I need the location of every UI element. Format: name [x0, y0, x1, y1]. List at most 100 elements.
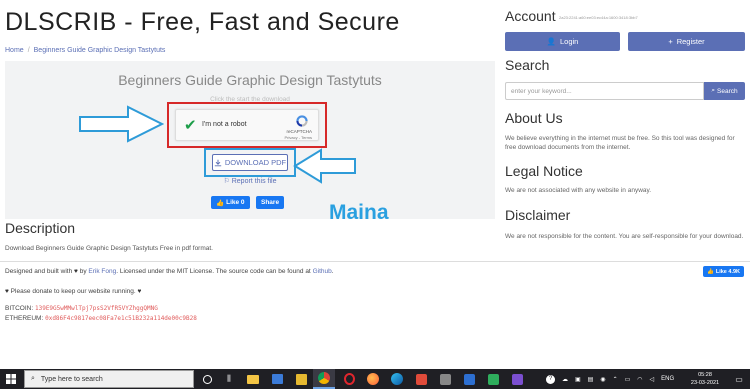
search-button-label: Search — [717, 87, 738, 95]
breadcrumb-current-link[interactable]: Beginners Guide Graphic Design Tastytuts — [34, 47, 166, 54]
search-button[interactable]: ⌕ Search — [704, 82, 745, 100]
legal-heading: Legal Notice — [505, 163, 583, 179]
weather-icon[interactable]: ☁ — [562, 376, 568, 383]
opera-button[interactable] — [338, 369, 360, 389]
download-icon — [214, 159, 222, 166]
login-button[interactable]: 👤 Login — [505, 32, 620, 51]
app-button-2[interactable] — [410, 369, 432, 389]
checkmark-icon[interactable]: ✔ — [184, 116, 197, 134]
clock[interactable]: 05:28 23-03-2021 — [685, 371, 725, 387]
right-arrow-annotation-icon — [79, 105, 164, 143]
breadcrumb: Home / Beginners Guide Graphic Design Tast… — [5, 47, 166, 54]
recaptcha-terms[interactable]: Privacy - Terms — [285, 135, 312, 140]
heart-icon: ♥ — [74, 268, 78, 275]
about-text: We believe everything in the internet mu… — [505, 135, 735, 151]
recaptcha-widget[interactable]: ✔ I'm not a robot reCAPTCHA Privacy - Te… — [175, 109, 319, 141]
disclaimer-text: We are not responsible for the content. … — [505, 233, 744, 240]
taskbar-search-input[interactable]: ⌕ Type here to search — [24, 370, 194, 388]
recaptcha-logo-icon — [296, 115, 308, 127]
search-input[interactable]: enter your keyword... — [505, 82, 704, 100]
language-indicator[interactable]: ENG — [661, 376, 674, 382]
store-icon — [271, 374, 283, 384]
wifi-icon[interactable]: ◠ — [637, 376, 642, 383]
search-icon: ⌕ — [711, 87, 716, 94]
system-tray: ? ☁ ▣ ▤ ◉ ⌃ ▭ ◠ ◁ ENG — [546, 369, 674, 389]
annotation-text: Maina — [329, 201, 389, 224]
flag-icon: ⚐ — [223, 178, 230, 185]
file-explorer-button[interactable] — [242, 369, 264, 389]
firefox-button[interactable] — [362, 369, 384, 389]
left-arrow-annotation-icon — [293, 148, 356, 184]
register-button[interactable]: + Register — [628, 32, 745, 51]
report-link[interactable]: ⚐ Report this file — [5, 177, 495, 185]
tray-app-icon[interactable]: ▤ — [588, 376, 594, 383]
bitcoin-label: BITCOIN: — [5, 305, 34, 312]
tray-app-icon[interactable]: ◉ — [600, 376, 605, 383]
plus-icon: + — [668, 37, 673, 46]
app-button-1[interactable] — [290, 369, 312, 389]
github-link[interactable]: Github — [313, 268, 332, 275]
download-pdf-button[interactable]: DOWNLOAD PDF — [212, 154, 288, 171]
app-button-3[interactable] — [434, 369, 456, 389]
help-icon[interactable]: ? — [546, 374, 555, 384]
download-highlight-box: DOWNLOAD PDF — [204, 148, 296, 177]
chrome-button[interactable] — [313, 369, 335, 389]
footer-period: . — [331, 268, 334, 275]
page: DLSCRIB - Free, Fast and Secure Home / Beg… — [0, 0, 750, 389]
site-title[interactable]: DLSCRIB - Free, Fast and Secure — [5, 8, 400, 37]
recaptcha-brand: reCAPTCHA — [286, 129, 312, 134]
tray-app-icon[interactable]: ▣ — [575, 376, 581, 383]
description-text: Download Beginners Guide Graphic Design … — [5, 245, 213, 252]
folder-icon — [247, 374, 259, 384]
donate-line: ♥ Please donate to keep our website runn… — [5, 288, 141, 295]
footer-credits: Designed and built with ♥ by Erik Fong. … — [5, 268, 334, 275]
thumbs-up-small-icon: 👍 — [707, 268, 714, 275]
heart-icon: ♥ — [5, 288, 9, 295]
report-label: Report this file — [231, 178, 277, 185]
facebook-share-label: Share — [261, 199, 280, 206]
app-blue-icon — [463, 373, 475, 385]
app-button-5[interactable] — [482, 369, 504, 389]
volume-icon[interactable]: ◁ — [650, 376, 655, 383]
task-view-icon — [202, 374, 212, 384]
columns-icon: ⫼ — [227, 374, 231, 383]
ethereum-label: ETHEREUM: — [5, 315, 44, 322]
edge-button[interactable] — [386, 369, 408, 389]
captcha-highlight-box: ✔ I'm not a robot reCAPTCHA Privacy - Te… — [167, 102, 327, 148]
app-button-4[interactable] — [458, 369, 480, 389]
ethereum-address[interactable]: 0xd86F4c9817eec08Fa7e1c51B232a114de00c9B… — [45, 315, 197, 322]
footer-by-text: by — [79, 268, 87, 275]
facebook-like-button[interactable]: 👍 Like 0 — [211, 196, 250, 209]
task-view-button[interactable] — [196, 369, 218, 389]
disclaimer-heading: Disclaimer — [505, 207, 571, 223]
document-title: Beginners Guide Graphic Design Tastytuts — [118, 72, 382, 88]
facebook-share-button[interactable]: Share — [256, 196, 285, 209]
facebook-page-like-button[interactable]: 👍 Like 4.9K — [703, 266, 745, 277]
battery-icon[interactable]: ▭ — [625, 376, 631, 383]
search-icon: ⌕ — [31, 375, 35, 382]
author-link[interactable]: Erik Fong — [88, 268, 116, 275]
description-heading: Description — [5, 220, 76, 236]
notification-icon: ▭ — [735, 374, 743, 384]
chevron-up-icon[interactable]: ⌃ — [613, 376, 618, 383]
opera-icon — [343, 373, 355, 385]
widgets-button[interactable]: ⫼ — [218, 369, 240, 389]
bitcoin-address[interactable]: 139E9G5wMMwlTpj7psS2VfR5VYZhggQMNG — [35, 305, 158, 312]
bitcoin-line: BITCOIN: 139E9G5wMMwlTpj7psS2VfR5VYZhggQ… — [5, 305, 158, 312]
windows-logo-icon — [6, 374, 16, 384]
store-button[interactable] — [266, 369, 288, 389]
heart-icon: ♥ — [137, 288, 142, 295]
app-icon — [295, 373, 307, 385]
start-button[interactable] — [0, 369, 22, 389]
footer-credits-text: Designed and built with — [5, 268, 73, 275]
clock-date: 23-03-2021 — [690, 380, 720, 386]
notification-button[interactable]: ▭ — [730, 369, 748, 389]
app-button-6[interactable] — [506, 369, 528, 389]
facebook-like-label: Like 0 — [226, 199, 245, 206]
breadcrumb-home-link[interactable]: Home — [5, 47, 24, 54]
clock-time: 05:28 — [698, 372, 712, 378]
account-heading: Account — [505, 8, 556, 24]
login-label: Login — [559, 37, 579, 46]
footer-divider — [0, 261, 750, 262]
legal-text: We are not associated with any website i… — [505, 187, 652, 194]
